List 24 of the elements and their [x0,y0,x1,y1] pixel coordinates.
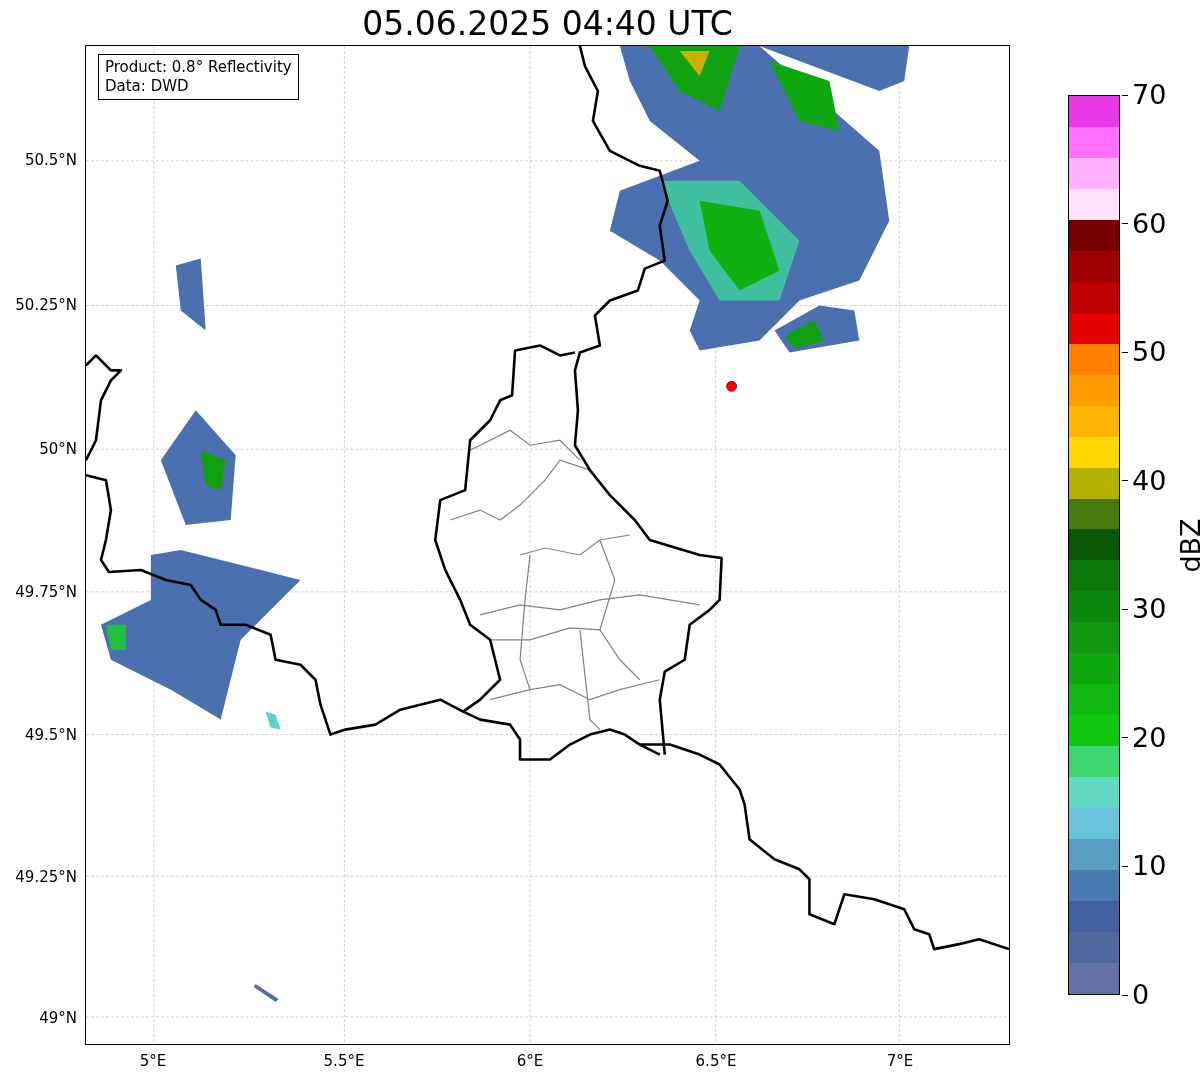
colorbar-tick-label: 70 [1132,80,1167,110]
longitude-label: 7°E [886,1052,914,1070]
longitude-label: 6°E [516,1052,544,1070]
latitude-label: 50°N [39,440,77,458]
latitude-label: 50.5°N [24,151,77,169]
colorbar-tick-label: 50 [1132,337,1167,368]
colorbar-tick-label: 30 [1132,594,1167,625]
colorbar-label: dBZ [1174,518,1202,573]
longitude-label: 6.5°E [695,1052,737,1070]
latitude-label: 49°N [39,1009,77,1027]
longitude-label: 5°E [139,1052,167,1070]
colorbar-tick-label: 20 [1132,722,1167,753]
latitude-label: 49.25°N [15,868,77,886]
colorbar-tick-label: 0 [1132,980,1150,1010]
longitude-label: 5.5°E [323,1052,365,1070]
colorbar-tick-label: 10 [1132,851,1167,882]
colorbar-tick-label: 60 [1132,208,1167,239]
latitude-label: 49.75°N [15,583,77,601]
info-text: Product: 0.8° Reflectivity [105,58,292,77]
colorbar-tick-label: 40 [1132,465,1167,496]
map-title: 05.06.2025 04:40 UTC [361,4,734,44]
latitude-label: 49.5°N [24,726,77,744]
info-text: Data: DWD [105,77,190,96]
latitude-label: 50.25°N [15,296,77,314]
